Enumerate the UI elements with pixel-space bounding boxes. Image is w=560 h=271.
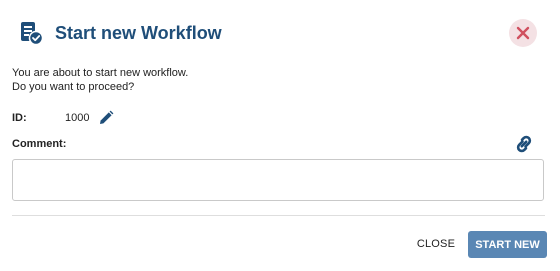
close-button[interactable]: CLOSE — [410, 232, 462, 256]
id-row: ID: 1000 — [12, 110, 114, 126]
close-icon-button[interactable] — [509, 19, 537, 47]
comment-label: Comment: — [12, 138, 67, 150]
workflow-check-icon — [18, 20, 44, 46]
message-line-2: Do you want to proceed? — [12, 81, 135, 93]
close-icon — [516, 26, 530, 40]
pencil-icon[interactable] — [98, 110, 114, 126]
comment-field[interactable] — [12, 159, 544, 201]
footer-divider — [12, 215, 545, 216]
message-line-1: You are about to start new workflow. — [12, 67, 189, 79]
id-value: 1000 — [65, 112, 90, 124]
id-label: ID: — [12, 112, 27, 124]
start-new-button[interactable]: START NEW — [468, 231, 547, 258]
dialog-title: Start new Workflow — [55, 22, 222, 43]
confirmation-message: You are about to start new workflow. Do … — [12, 66, 188, 94]
start-workflow-dialog: Start new Workflow You are about to star… — [0, 0, 560, 271]
link-icon[interactable] — [512, 134, 536, 154]
dialog-header: Start new Workflow — [18, 19, 222, 47]
